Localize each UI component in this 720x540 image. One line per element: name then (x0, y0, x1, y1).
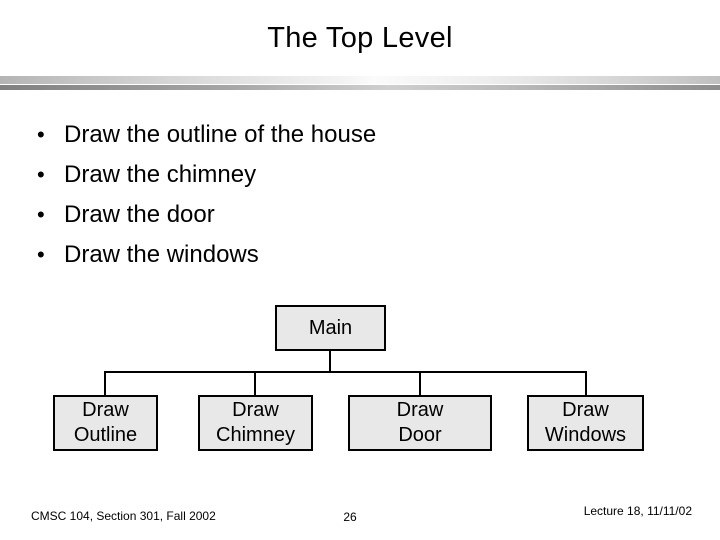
connector-main-stem (329, 351, 331, 373)
footer-course-text: CMSC 104, Section 301, Fall 2002 (31, 509, 216, 523)
diagram-node-label-line2: Outline (73, 424, 138, 446)
bullet-icon: • (37, 242, 45, 267)
connector-drop-two (254, 373, 256, 395)
diagram-node-label-line1: Draw (562, 399, 609, 421)
list-item-label: Draw the door (64, 201, 215, 228)
hierarchy-diagram: Main Draw Outline Draw Chimney Draw Door… (0, 0, 720, 451)
diagram-node-draw-door: Draw Door (348, 395, 492, 451)
list-item: • Draw the door (30, 198, 690, 238)
connector-drop-three (419, 373, 421, 395)
diagram-node-draw-outline: Draw Outline (53, 395, 158, 451)
diagram-node-label-line1: Draw (396, 399, 444, 421)
diagram-node-label-line2: Door (398, 424, 442, 446)
list-item-label: Draw the windows (64, 241, 259, 268)
diagram-node-label-line2: Chimney (216, 424, 295, 446)
diagram-node-label-line1: Draw (82, 399, 129, 421)
connector-drop-one (104, 373, 106, 395)
list-item: • Draw the windows (30, 238, 690, 278)
bullet-icon: • (37, 202, 45, 227)
diagram-node-label-line2: Windows (544, 424, 627, 446)
diagram-node-label-line1: Draw (232, 399, 279, 421)
diagram-node-label-line1: Main (308, 316, 353, 339)
footer-lecture-text: Lecture 18, 11/11/02 (583, 504, 692, 518)
footer-page-number: 26 (343, 510, 357, 524)
diagram-node-draw-chimney: Draw Chimney (198, 395, 313, 451)
connector-drop-four (585, 373, 587, 395)
diagram-node-main: Main (275, 305, 386, 351)
diagram-node-draw-windows: Draw Windows (527, 395, 644, 451)
connector-bus (104, 371, 587, 373)
